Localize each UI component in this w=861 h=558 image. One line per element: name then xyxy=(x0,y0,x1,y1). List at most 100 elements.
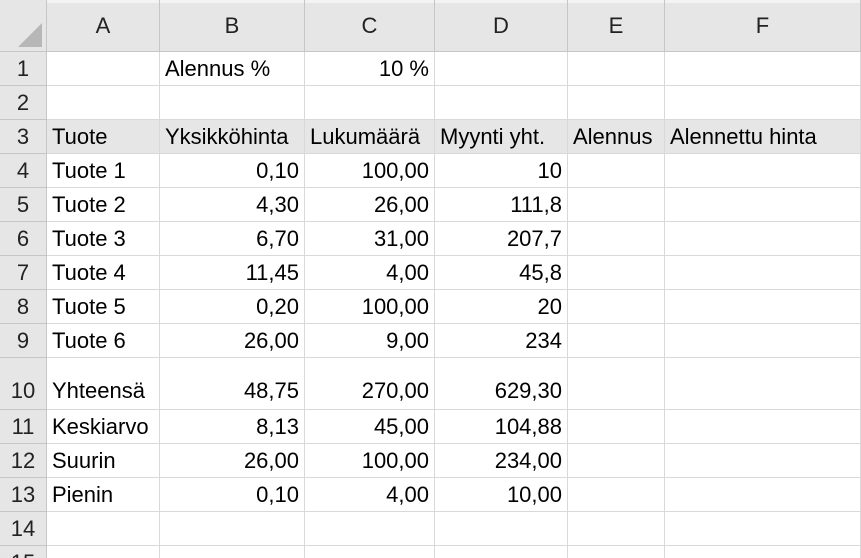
cell-f3[interactable]: Alennettu hinta xyxy=(665,120,861,154)
cell-b4[interactable]: 0,10 xyxy=(160,154,305,188)
cell-e8[interactable] xyxy=(568,290,665,324)
cell-f2[interactable] xyxy=(665,86,861,120)
cell-e2[interactable] xyxy=(568,86,665,120)
row-header-6[interactable]: 6 xyxy=(0,222,47,256)
cell-e4[interactable] xyxy=(568,154,665,188)
cell-a6[interactable]: Tuote 3 xyxy=(47,222,160,256)
cell-b13[interactable]: 0,10 xyxy=(160,478,305,512)
cell-d15[interactable] xyxy=(435,546,568,558)
cell-b7[interactable]: 11,45 xyxy=(160,256,305,290)
cell-b1[interactable]: Alennus % xyxy=(160,52,305,86)
cell-a10[interactable]: Yhteensä xyxy=(47,358,160,410)
row-header-1[interactable]: 1 xyxy=(0,52,47,86)
cell-a7[interactable]: Tuote 4 xyxy=(47,256,160,290)
cell-b10[interactable]: 48,75 xyxy=(160,358,305,410)
cell-f4[interactable] xyxy=(665,154,861,188)
cell-a1[interactable] xyxy=(47,52,160,86)
cell-b15[interactable] xyxy=(160,546,305,558)
cell-f10[interactable] xyxy=(665,358,861,410)
cell-f9[interactable] xyxy=(665,324,861,358)
row-header-14[interactable]: 14 xyxy=(0,512,47,546)
cell-e6[interactable] xyxy=(568,222,665,256)
row-header-4[interactable]: 4 xyxy=(0,154,47,188)
row-header-11[interactable]: 11 xyxy=(0,410,47,444)
cell-e10[interactable] xyxy=(568,358,665,410)
cell-c9[interactable]: 9,00 xyxy=(305,324,435,358)
cell-b14[interactable] xyxy=(160,512,305,546)
cell-f12[interactable] xyxy=(665,444,861,478)
column-header-a[interactable]: A xyxy=(47,0,160,52)
cell-e3[interactable]: Alennus xyxy=(568,120,665,154)
cell-b5[interactable]: 4,30 xyxy=(160,188,305,222)
column-header-d[interactable]: D xyxy=(435,0,568,52)
cell-d5[interactable]: 111,8 xyxy=(435,188,568,222)
cell-e11[interactable] xyxy=(568,410,665,444)
cell-f13[interactable] xyxy=(665,478,861,512)
cell-f8[interactable] xyxy=(665,290,861,324)
cell-a12[interactable]: Suurin xyxy=(47,444,160,478)
cell-d12[interactable]: 234,00 xyxy=(435,444,568,478)
column-header-e[interactable]: E xyxy=(568,0,665,52)
column-header-b[interactable]: B xyxy=(160,0,305,52)
cell-e14[interactable] xyxy=(568,512,665,546)
row-header-5[interactable]: 5 xyxy=(0,188,47,222)
cell-b9[interactable]: 26,00 xyxy=(160,324,305,358)
cell-b12[interactable]: 26,00 xyxy=(160,444,305,478)
row-header-12[interactable]: 12 xyxy=(0,444,47,478)
column-header-c[interactable]: C xyxy=(305,0,435,52)
cell-e7[interactable] xyxy=(568,256,665,290)
row-header-13[interactable]: 13 xyxy=(0,478,47,512)
cell-b3[interactable]: Yksikköhinta xyxy=(160,120,305,154)
row-header-9[interactable]: 9 xyxy=(0,324,47,358)
cell-e12[interactable] xyxy=(568,444,665,478)
cell-d6[interactable]: 207,7 xyxy=(435,222,568,256)
cell-d2[interactable] xyxy=(435,86,568,120)
cell-c8[interactable]: 100,00 xyxy=(305,290,435,324)
cell-c4[interactable]: 100,00 xyxy=(305,154,435,188)
row-header-7[interactable]: 7 xyxy=(0,256,47,290)
row-header-10[interactable]: 10 xyxy=(0,358,47,410)
cell-e1[interactable] xyxy=(568,52,665,86)
cell-a13[interactable]: Pienin xyxy=(47,478,160,512)
cell-c2[interactable] xyxy=(305,86,435,120)
cell-b11[interactable]: 8,13 xyxy=(160,410,305,444)
cell-f14[interactable] xyxy=(665,512,861,546)
cell-f7[interactable] xyxy=(665,256,861,290)
cell-f5[interactable] xyxy=(665,188,861,222)
cell-d13[interactable]: 10,00 xyxy=(435,478,568,512)
cell-c10[interactable]: 270,00 xyxy=(305,358,435,410)
cell-c5[interactable]: 26,00 xyxy=(305,188,435,222)
cell-e13[interactable] xyxy=(568,478,665,512)
cell-f11[interactable] xyxy=(665,410,861,444)
cell-d1[interactable] xyxy=(435,52,568,86)
cell-f6[interactable] xyxy=(665,222,861,256)
cell-d4[interactable]: 10 xyxy=(435,154,568,188)
cell-c1[interactable]: 10 % xyxy=(305,52,435,86)
cell-f15[interactable] xyxy=(665,546,861,558)
cell-d14[interactable] xyxy=(435,512,568,546)
cell-d9[interactable]: 234 xyxy=(435,324,568,358)
row-header-3[interactable]: 3 xyxy=(0,120,47,154)
cell-b6[interactable]: 6,70 xyxy=(160,222,305,256)
cell-e5[interactable] xyxy=(568,188,665,222)
cell-c12[interactable]: 100,00 xyxy=(305,444,435,478)
cell-a9[interactable]: Tuote 6 xyxy=(47,324,160,358)
cell-a15[interactable] xyxy=(47,546,160,558)
row-header-8[interactable]: 8 xyxy=(0,290,47,324)
cell-d7[interactable]: 45,8 xyxy=(435,256,568,290)
cell-b8[interactable]: 0,20 xyxy=(160,290,305,324)
cell-a4[interactable]: Tuote 1 xyxy=(47,154,160,188)
cell-a3[interactable]: Tuote xyxy=(47,120,160,154)
cell-f1[interactable] xyxy=(665,52,861,86)
row-header-15[interactable]: 15 xyxy=(0,546,47,558)
cell-d10[interactable]: 629,30 xyxy=(435,358,568,410)
cell-c3[interactable]: Lukumäärä xyxy=(305,120,435,154)
cell-c13[interactable]: 4,00 xyxy=(305,478,435,512)
cell-a11[interactable]: Keskiarvo xyxy=(47,410,160,444)
cell-e15[interactable] xyxy=(568,546,665,558)
cell-a5[interactable]: Tuote 2 xyxy=(47,188,160,222)
cell-e9[interactable] xyxy=(568,324,665,358)
cell-c11[interactable]: 45,00 xyxy=(305,410,435,444)
cell-a2[interactable] xyxy=(47,86,160,120)
cell-d3[interactable]: Myynti yht. xyxy=(435,120,568,154)
